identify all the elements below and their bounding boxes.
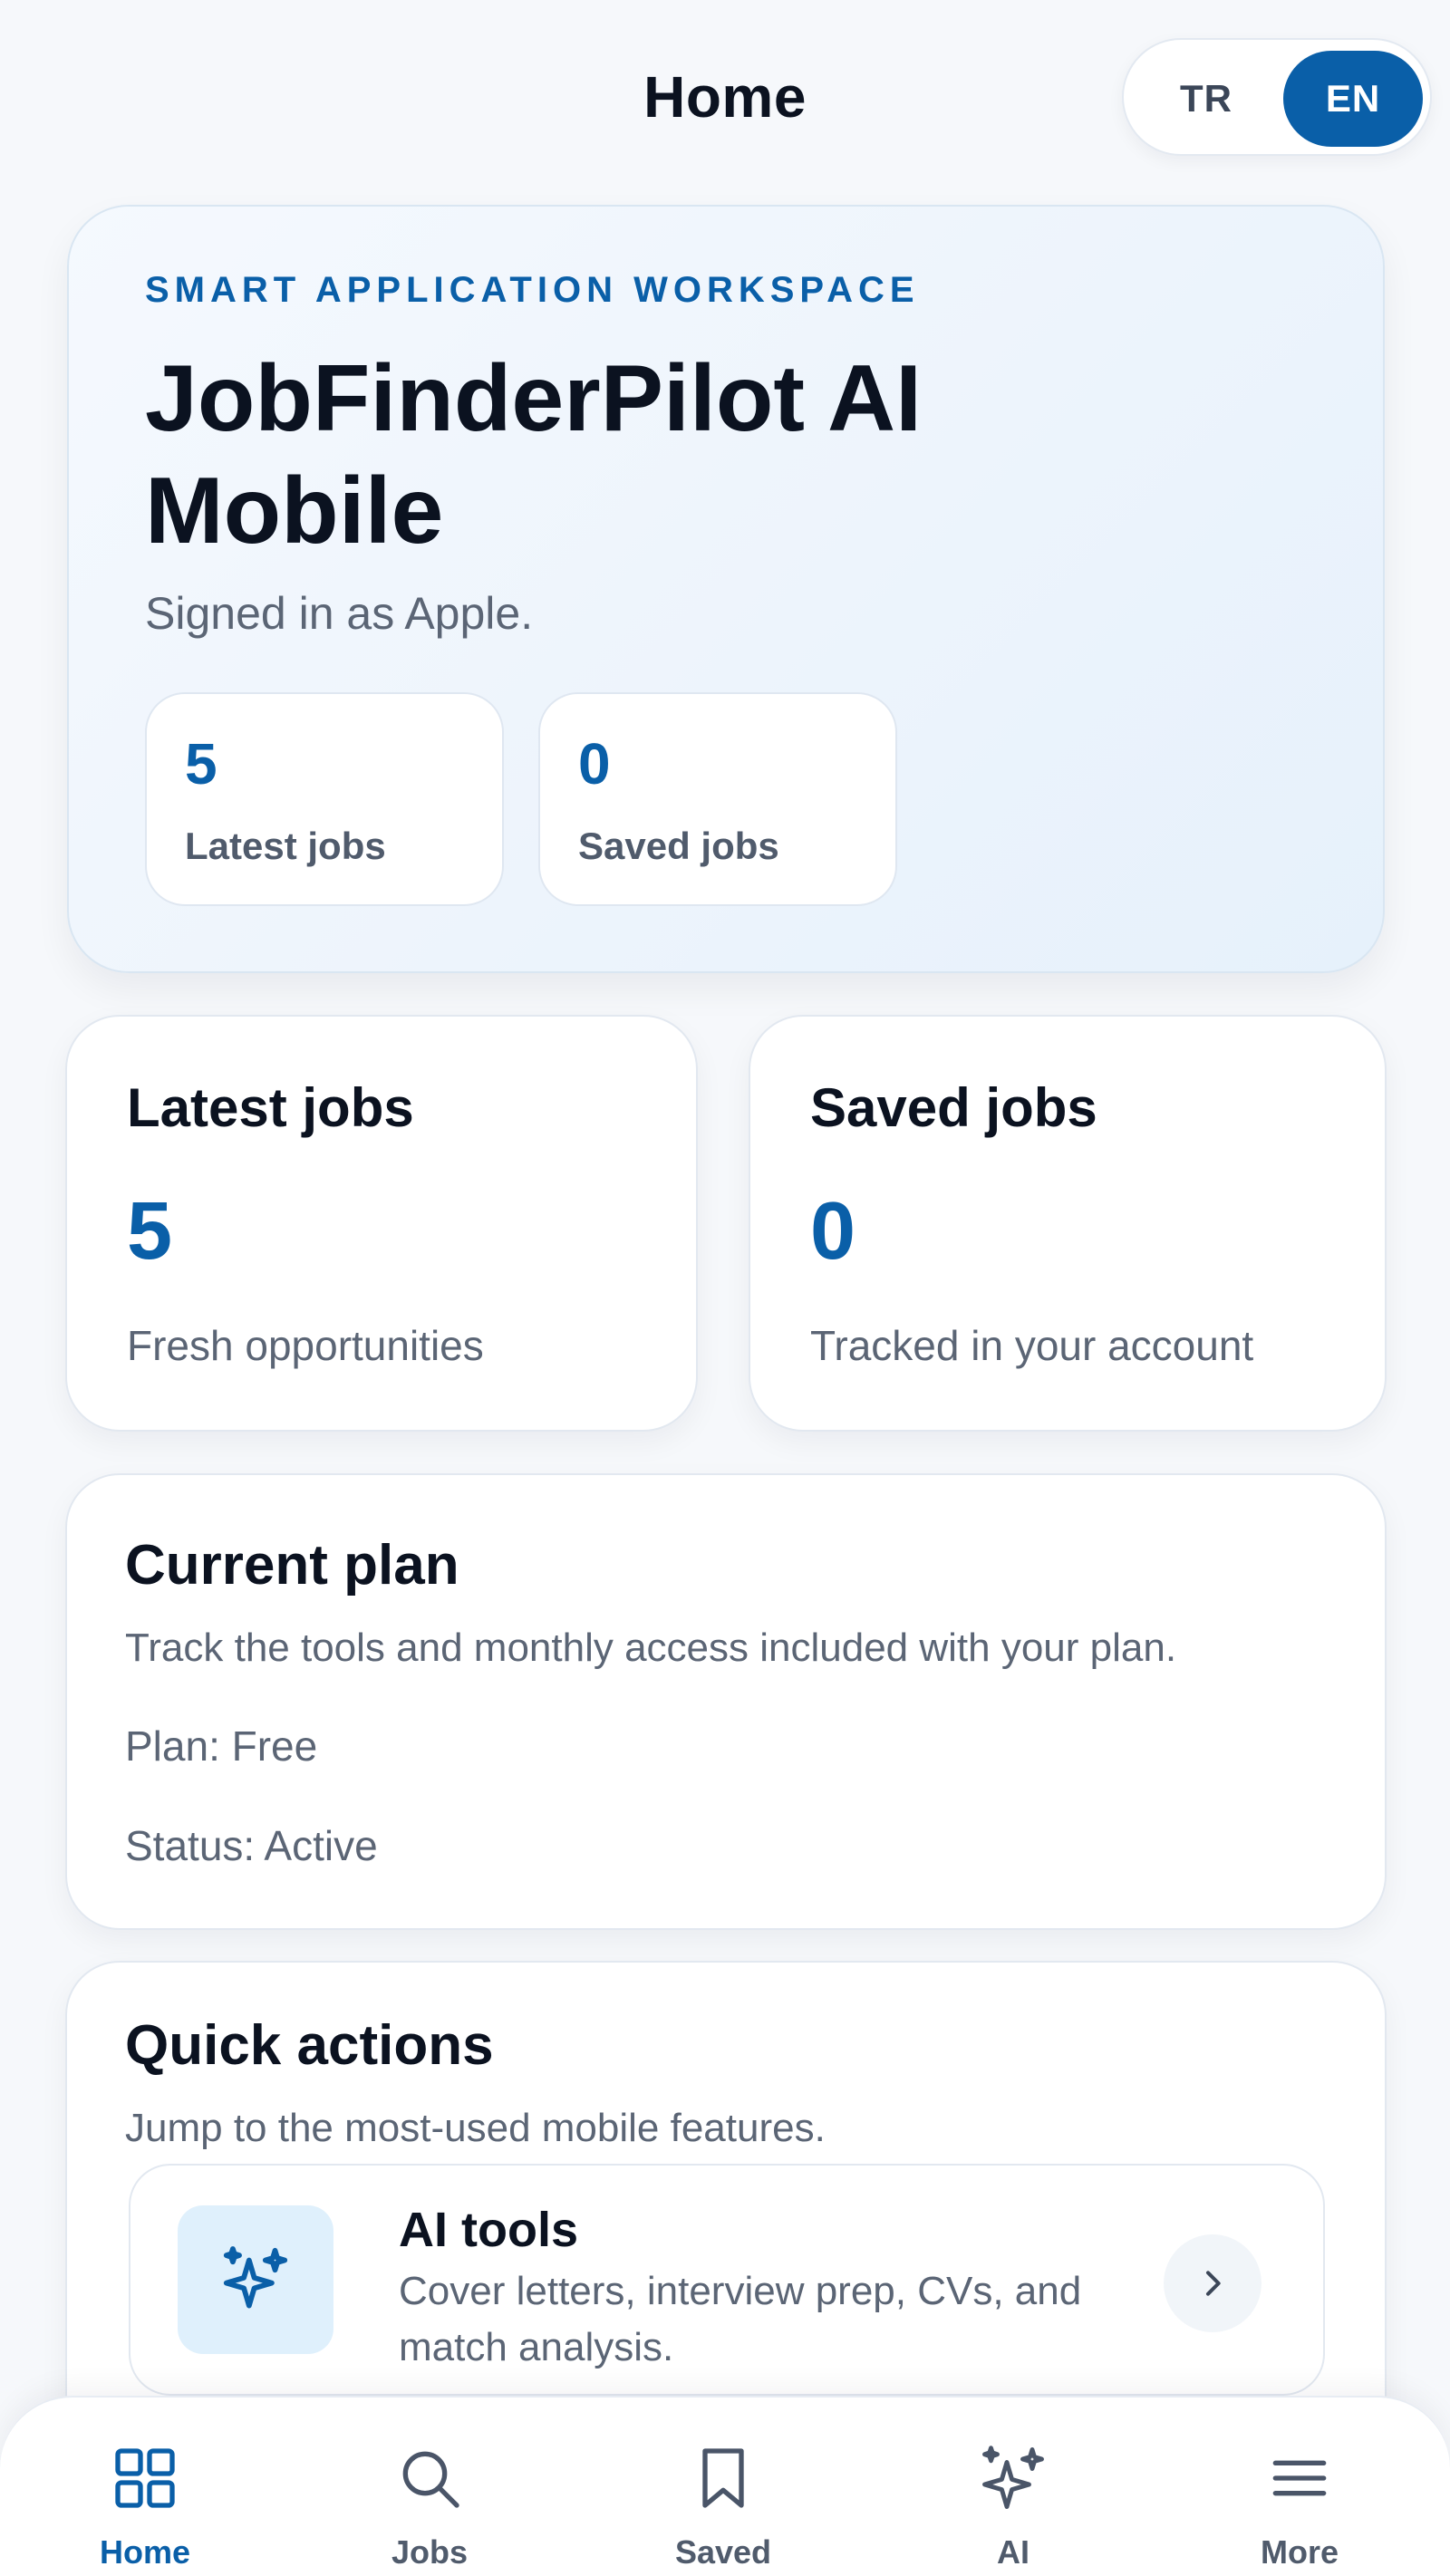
hero-card: SMART APPLICATION WORKSPACE JobFinderPil… — [67, 205, 1385, 973]
nav-label: AI — [997, 2533, 1030, 2571]
card-value: 5 — [127, 1186, 173, 1277]
latest-jobs-card[interactable]: Latest jobs 5 Fresh opportunities — [65, 1015, 698, 1432]
grid-icon — [100, 2437, 190, 2519]
stat-label: Saved jobs — [578, 825, 779, 867]
stat-label: Latest jobs — [185, 825, 386, 867]
language-option-tr[interactable]: TR — [1136, 51, 1276, 147]
quick-action-description: Cover letters, interview prep, CVs, and … — [399, 2269, 1082, 2369]
nav-item-saved[interactable]: Saved — [633, 2398, 814, 2576]
card-value: 0 — [810, 1186, 856, 1277]
nav-label: Jobs — [391, 2533, 469, 2571]
plan-description: Track the tools and monthly access inclu… — [125, 1626, 1177, 1670]
bottom-navigation: Home Jobs Saved AI More — [0, 2396, 1450, 2576]
stat-value: 5 — [185, 731, 218, 796]
hero-stat-latest-jobs[interactable]: 5 Latest jobs — [145, 692, 504, 906]
stat-value: 0 — [578, 731, 611, 796]
card-description: Fresh opportunities — [127, 1322, 484, 1369]
nav-label: Home — [99, 2533, 191, 2571]
quick-actions-title: Quick actions — [125, 2014, 494, 2077]
nav-item-jobs[interactable]: Jobs — [339, 2398, 520, 2576]
quick-action-title: AI tools — [399, 2203, 578, 2257]
saved-jobs-card[interactable]: Saved jobs 0 Tracked in your account — [749, 1015, 1387, 1432]
ai-tools-icon-tile — [178, 2205, 334, 2354]
menu-icon — [1254, 2437, 1345, 2519]
nav-item-ai[interactable]: AI — [923, 2398, 1104, 2576]
quick-action-ai-tools[interactable]: AI tools Cover letters, interview prep, … — [129, 2164, 1325, 2396]
nav-item-home[interactable]: Home — [54, 2398, 236, 2576]
card-title: Latest jobs — [127, 1077, 414, 1138]
home-screen: Home TR EN SMART APPLICATION WORKSPACE J… — [0, 0, 1450, 2576]
language-toggle: TR EN — [1122, 38, 1432, 156]
quick-actions-description: Jump to the most-used mobile features. — [125, 2106, 826, 2150]
hero-title: JobFinderPilot AI Mobile — [145, 346, 923, 564]
hero-eyebrow: SMART APPLICATION WORKSPACE — [145, 270, 920, 310]
sparkles-icon — [968, 2437, 1058, 2519]
card-description: Tracked in your account — [810, 1322, 1254, 1369]
language-option-en[interactable]: EN — [1283, 51, 1423, 147]
hero-stat-saved-jobs[interactable]: 0 Saved jobs — [538, 692, 897, 906]
header: Home TR EN — [0, 0, 1450, 199]
nav-label: More — [1260, 2533, 1339, 2571]
nav-item-more[interactable]: More — [1209, 2398, 1390, 2576]
current-plan-card: Current plan Track the tools and monthly… — [65, 1473, 1387, 1930]
plan-title: Current plan — [125, 1534, 459, 1597]
signed-in-text: Signed in as Apple. — [145, 588, 534, 639]
card-title: Saved jobs — [810, 1077, 1097, 1138]
search-icon — [384, 2437, 475, 2519]
nav-label: Saved — [674, 2533, 772, 2571]
plan-status: Status: Active — [125, 1822, 378, 1869]
plan-name: Plan: Free — [125, 1722, 318, 1770]
sparkles-icon — [223, 2246, 288, 2309]
bookmark-icon — [678, 2437, 768, 2519]
chevron-right-icon[interactable] — [1164, 2234, 1262, 2332]
